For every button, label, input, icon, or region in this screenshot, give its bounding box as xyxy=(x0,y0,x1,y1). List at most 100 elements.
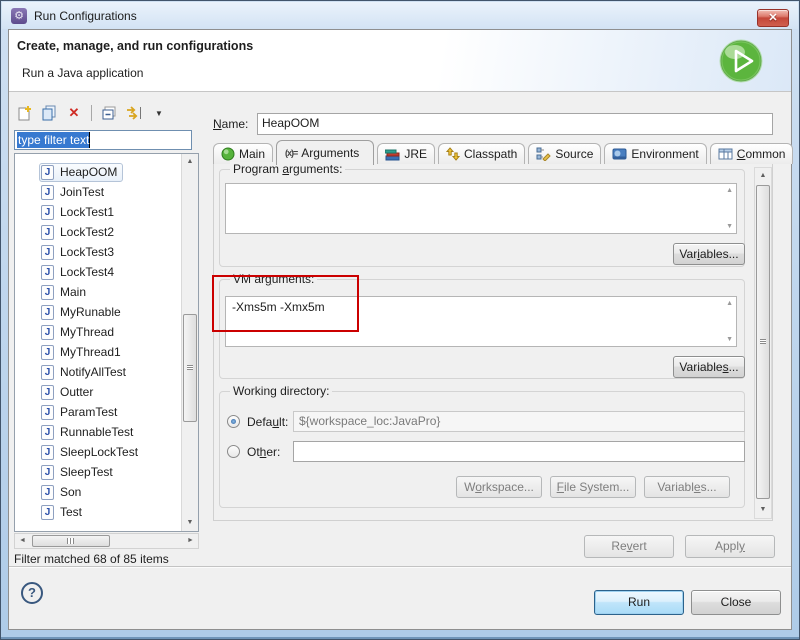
java-application-icon: J xyxy=(41,265,54,280)
close-window-button[interactable]: ✕ xyxy=(757,9,789,27)
scroll-up-icon[interactable]: ▲ xyxy=(726,187,733,194)
program-variables-button[interactable]: Variables... xyxy=(673,243,745,265)
tree-item-label: Outter xyxy=(60,385,93,399)
tree-item-locktest4[interactable]: J LockTest4 xyxy=(15,262,181,282)
scroll-up-icon[interactable]: ▲ xyxy=(726,300,733,307)
tab-environment[interactable]: Environment xyxy=(604,143,706,164)
java-application-icon: J xyxy=(41,325,54,340)
tree-item-mythread1[interactable]: JMyThread1 xyxy=(15,342,181,362)
tab-classpath[interactable]: Classpath xyxy=(438,143,525,164)
default-directory-field: ${workspace_loc:JavaPro} xyxy=(293,411,745,432)
tree-item-label: LockTest2 xyxy=(60,225,114,239)
other-radio[interactable] xyxy=(227,445,240,458)
tree-item-myrunable[interactable]: JMyRunable xyxy=(15,302,181,322)
tree-item-son[interactable]: JSon xyxy=(15,482,181,502)
tab-common[interactable]: Common xyxy=(710,143,794,164)
scroll-right-icon[interactable]: ► xyxy=(183,534,198,548)
scroll-down-icon[interactable]: ▼ xyxy=(182,515,198,531)
tree-hscrollbar-thumb[interactable] xyxy=(32,535,110,547)
workspace-button[interactable]: Workspace... xyxy=(456,476,542,498)
header-banner: Create, manage, and run configurations R… xyxy=(9,30,791,92)
tree-item-runnabletest[interactable]: JRunnableTest xyxy=(15,422,181,442)
tree-item-locktest1[interactable]: JLockTest1 xyxy=(15,202,181,222)
java-application-icon: J xyxy=(41,185,54,200)
tree-item-label: JoinTest xyxy=(60,185,104,199)
java-application-icon: J xyxy=(41,305,54,320)
content-vertical-scrollbar[interactable]: ▲ ▼ xyxy=(754,167,772,519)
tree-item-label: SleepTest xyxy=(60,465,113,479)
filter-configurations-icon[interactable] xyxy=(126,105,142,121)
tab-label: Environment xyxy=(631,147,698,161)
tree-horizontal-scrollbar[interactable]: ◄ ► xyxy=(14,533,199,549)
java-application-icon: J xyxy=(41,385,54,400)
tree-item-paramtest[interactable]: JParamTest xyxy=(15,402,181,422)
scroll-down-icon[interactable]: ▼ xyxy=(726,336,733,343)
scroll-down-icon[interactable]: ▼ xyxy=(726,223,733,230)
tree-scrollbar-thumb[interactable] xyxy=(183,314,197,422)
tree-item-label: Main xyxy=(60,285,86,299)
tree-item-mythread[interactable]: J MyThread xyxy=(15,322,181,342)
tree-item-outter[interactable]: J Outter xyxy=(15,382,181,402)
default-radio[interactable] xyxy=(227,415,240,428)
common-tab-icon xyxy=(718,147,733,161)
java-application-icon: J xyxy=(41,425,54,440)
duplicate-configuration-icon[interactable] xyxy=(41,105,57,121)
other-directory-field[interactable] xyxy=(293,441,745,462)
tab-source[interactable]: Source xyxy=(528,143,601,164)
main-tab-icon xyxy=(221,147,235,161)
run-configurations-dialog: ⚙ Run Configurations ✕ Create, manage, a… xyxy=(0,0,800,640)
tree-item-label: LockTest4 xyxy=(60,265,114,279)
tree-item-locktest3[interactable]: JLockTest3 xyxy=(15,242,181,262)
filter-input[interactable]: type filter text xyxy=(14,130,192,150)
tree-item-label: NotifyAllTest xyxy=(60,365,126,379)
vm-arguments-value: -Xms5m -Xmx5m xyxy=(232,300,325,314)
tree-item-sleeplocktest[interactable]: JSleepLockTest xyxy=(15,442,181,462)
scroll-down-icon[interactable]: ▼ xyxy=(755,502,771,518)
tab-jre[interactable]: JRE xyxy=(377,143,435,164)
new-configuration-icon[interactable] xyxy=(16,105,32,121)
run-button[interactable]: Run xyxy=(594,590,684,615)
directory-variables-button[interactable]: Variables... xyxy=(644,476,730,498)
title-bar[interactable]: ⚙ Run Configurations xyxy=(2,2,798,29)
tree-item-label: Son xyxy=(60,485,81,499)
other-radio-label[interactable]: Other: xyxy=(247,445,280,459)
tree-item-main[interactable]: J Main xyxy=(15,282,181,302)
program-arguments-textarea[interactable]: ▲ ▼ xyxy=(225,183,737,234)
java-application-icon: J xyxy=(41,285,54,300)
toolbar-menu-chevron-icon[interactable]: ▼ xyxy=(151,105,167,121)
tab-label: Main xyxy=(239,147,265,161)
vm-variables-button[interactable]: Variables... xyxy=(673,356,745,378)
tree-vertical-scrollbar[interactable]: ▲ ▼ xyxy=(181,154,198,531)
revert-button[interactable]: Revert xyxy=(584,535,674,558)
tree-item-label: MyThread xyxy=(60,325,114,339)
scrollbar-grip xyxy=(760,339,766,344)
content-scrollbar-thumb[interactable] xyxy=(756,185,770,499)
tree-item-notifyalltest[interactable]: JNotifyAllTest xyxy=(15,362,181,382)
apply-button[interactable]: Apply xyxy=(685,535,775,558)
jre-tab-icon xyxy=(385,147,400,161)
tree-item-label: Test xyxy=(60,505,82,519)
tab-arguments[interactable]: (x)= Arguments xyxy=(276,140,374,165)
scroll-up-icon[interactable]: ▲ xyxy=(182,154,198,170)
help-button[interactable]: ? xyxy=(21,582,43,604)
name-input[interactable]: HeapOOM xyxy=(257,113,773,135)
delete-configuration-icon[interactable]: ✕ xyxy=(66,105,82,121)
scroll-left-icon[interactable]: ◄ xyxy=(15,534,30,548)
vm-arguments-textarea[interactable]: -Xms5m -Xmx5m ▲ ▼ xyxy=(225,296,737,347)
tree-item-test[interactable]: JTest xyxy=(15,502,181,522)
tab-main[interactable]: Main xyxy=(213,143,273,164)
tab-label: Classpath xyxy=(464,147,517,161)
tab-label: JRE xyxy=(404,147,427,161)
tree-item-locktest2[interactable]: JLockTest2 xyxy=(15,222,181,242)
tree-item-label: MyThread1 xyxy=(60,345,121,359)
default-radio-label[interactable]: Default: xyxy=(247,415,288,429)
tree-item-sleeptest[interactable]: JSleepTest xyxy=(15,462,181,482)
window-title: Run Configurations xyxy=(34,9,137,23)
tree-item-jointest[interactable]: J JoinTest xyxy=(15,182,181,202)
tree-item-heapoom[interactable]: JHeapOOM xyxy=(15,162,181,182)
collapse-all-icon[interactable] xyxy=(101,105,117,121)
close-button[interactable]: Close xyxy=(691,590,781,615)
scroll-up-icon[interactable]: ▲ xyxy=(755,168,771,184)
file-system-button[interactable]: File System... xyxy=(550,476,636,498)
page-subtitle: Run a Java application xyxy=(22,66,143,80)
